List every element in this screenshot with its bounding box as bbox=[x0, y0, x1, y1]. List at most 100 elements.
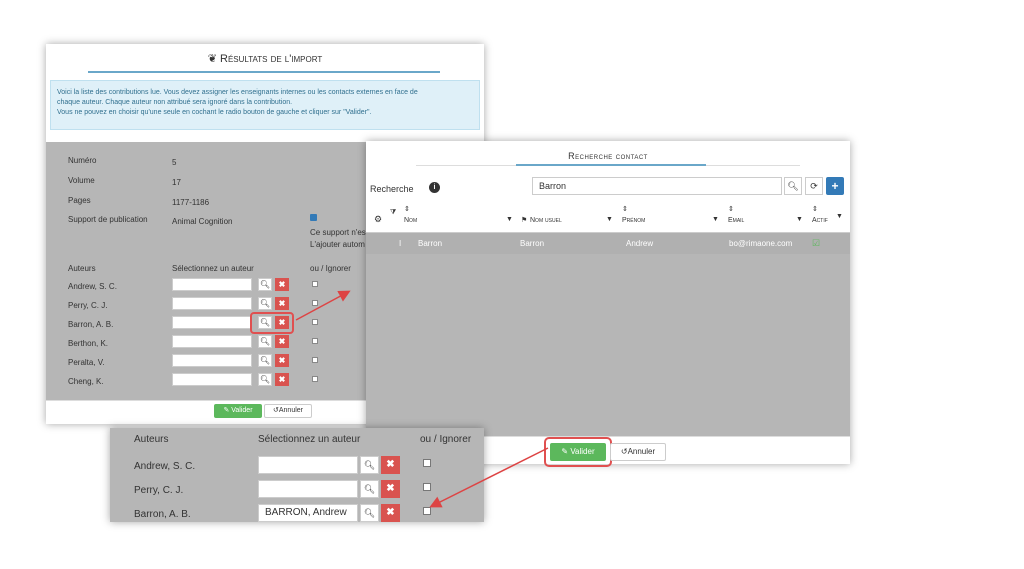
ignore-checkbox[interactable] bbox=[312, 319, 318, 325]
info-alert: Voici la liste des contributions lue. Vo… bbox=[50, 80, 480, 130]
ignore-column-header: ou / Ignorer bbox=[420, 434, 472, 445]
author-select-input[interactable] bbox=[258, 480, 358, 498]
author-name: Andrew, S. C. bbox=[134, 461, 196, 472]
field-value-volume: 17 bbox=[172, 178, 181, 187]
filter-icon[interactable]: ⧩ bbox=[390, 209, 396, 217]
support-note-1: Ce support n'es bbox=[310, 228, 366, 237]
author-name: Peralta, V. bbox=[68, 358, 105, 367]
validate-button[interactable]: ✎ Valider bbox=[550, 443, 606, 461]
field-value-support: Animal Cognition bbox=[172, 217, 233, 226]
info-text-2: chaque auteur. Chaque auteur non attribu… bbox=[57, 99, 293, 106]
search-icon[interactable]: 🔍︎ bbox=[258, 278, 272, 291]
author-select-input[interactable] bbox=[172, 373, 252, 386]
refresh-icon[interactable]: ⟳ bbox=[805, 177, 823, 195]
ignore-checkbox[interactable] bbox=[423, 483, 431, 491]
clear-icon[interactable]: ✖ bbox=[275, 373, 289, 386]
ignore-checkbox[interactable] bbox=[423, 459, 431, 467]
validate-label: Valider bbox=[570, 447, 595, 456]
info-text-1: Voici la liste des contributions lue. Vo… bbox=[57, 89, 418, 96]
cancel-button[interactable]: ↺Annuler bbox=[264, 404, 312, 418]
feather-icon: ❦ bbox=[207, 53, 221, 65]
ignore-checkbox[interactable] bbox=[312, 376, 318, 382]
clear-icon[interactable]: ✖ bbox=[381, 480, 400, 498]
author-name: Berthon, K. bbox=[68, 339, 109, 348]
field-label-pages: Pages bbox=[68, 196, 91, 205]
column-header-email[interactable]: Email bbox=[728, 217, 744, 224]
select-author-column-header: Sélectionnez un auteur bbox=[172, 264, 254, 273]
sort-icon[interactable]: ⇕ bbox=[812, 205, 818, 213]
search-icon[interactable]: 🔍︎ bbox=[258, 297, 272, 310]
gear-icon[interactable]: ⚙ bbox=[374, 214, 382, 225]
author-name: Andrew, S. C. bbox=[68, 282, 117, 291]
author-select-input[interactable] bbox=[172, 335, 252, 348]
column-header-actif[interactable]: Actif bbox=[812, 217, 828, 224]
sort-icon[interactable]: ⇕ bbox=[728, 205, 734, 213]
authors-column-header: Auteurs bbox=[68, 264, 96, 273]
author-name: Perry, C. J. bbox=[68, 301, 108, 310]
title-underline bbox=[88, 71, 440, 73]
contact-search-dialog: Recherche contact Recherche i 🔍︎ ⟳ + ⚙ ⧩… bbox=[366, 141, 850, 467]
cancel-label: Annuler bbox=[627, 447, 656, 456]
clear-icon[interactable]: ✖ bbox=[381, 456, 400, 474]
ignore-checkbox[interactable] bbox=[312, 357, 318, 363]
ignore-checkbox[interactable] bbox=[423, 507, 431, 515]
author-select-input[interactable] bbox=[172, 278, 252, 291]
column-header-prenom[interactable]: Prénom bbox=[622, 217, 645, 224]
clear-icon[interactable]: ✖ bbox=[275, 297, 289, 310]
validate-label: Valider bbox=[231, 407, 253, 414]
search-icon[interactable]: 🔍︎ bbox=[258, 373, 272, 386]
highlight-ring bbox=[250, 312, 294, 334]
info-icon[interactable]: i bbox=[429, 182, 440, 193]
cell-nom-usuel: Barron bbox=[520, 239, 545, 248]
search-icon[interactable]: 🔍︎ bbox=[360, 456, 379, 474]
ignore-checkbox[interactable] bbox=[312, 338, 318, 344]
author-select-input[interactable] bbox=[172, 316, 252, 329]
field-label-numero: Numéro bbox=[68, 156, 97, 165]
authors-column-header: Auteurs bbox=[134, 434, 169, 445]
contact-search-input[interactable] bbox=[532, 177, 782, 195]
column-header-nom[interactable]: Nom bbox=[404, 217, 417, 224]
contact-dialog-title: Recherche contact bbox=[568, 151, 648, 161]
validate-button[interactable]: ✎ Valider bbox=[214, 404, 262, 418]
undo-icon: ↺ bbox=[620, 447, 628, 456]
filter-icon[interactable]: ▼ bbox=[836, 213, 843, 220]
cancel-button[interactable]: ↺Annuler bbox=[610, 443, 666, 461]
search-icon[interactable]: 🔍︎ bbox=[360, 480, 379, 498]
search-label: Recherche bbox=[370, 184, 414, 194]
add-icon[interactable]: + bbox=[826, 177, 844, 195]
table-row[interactable]: I Barron Barron Andrew bo@rimaone.com ☑ bbox=[366, 233, 850, 254]
field-value-pages: 1177-1186 bbox=[172, 198, 210, 207]
pencil-icon: ✎ bbox=[223, 407, 230, 414]
search-icon[interactable]: 🔍︎ bbox=[784, 177, 802, 195]
filter-icon[interactable]: ▼ bbox=[796, 216, 803, 223]
zoomed-authors-panel: Auteurs Sélectionnez un auteur ou / Igno… bbox=[110, 428, 484, 522]
flag-icon: ⚑ bbox=[521, 217, 528, 224]
support-note-2: L'ajouter autom bbox=[310, 240, 365, 249]
select-author-column-header: Sélectionnez un auteur bbox=[258, 434, 361, 445]
column-header-nom-usuel[interactable]: Nom usuel bbox=[530, 217, 562, 224]
author-select-input[interactable] bbox=[258, 456, 358, 474]
sort-icon[interactable]: ⇕ bbox=[404, 205, 410, 213]
search-icon[interactable]: 🔍︎ bbox=[258, 354, 272, 367]
table-body bbox=[366, 254, 850, 436]
clear-icon[interactable]: ✖ bbox=[275, 354, 289, 367]
filter-icon[interactable]: ▼ bbox=[712, 216, 719, 223]
cell-email: bo@rimaone.com bbox=[729, 239, 793, 248]
row-index: I bbox=[399, 239, 402, 248]
ignore-checkbox[interactable] bbox=[312, 281, 318, 287]
clear-icon[interactable]: ✖ bbox=[275, 335, 289, 348]
clear-icon[interactable]: ✖ bbox=[381, 504, 400, 522]
ignore-checkbox[interactable] bbox=[312, 300, 318, 306]
search-icon[interactable]: 🔍︎ bbox=[360, 504, 379, 522]
author-select-input[interactable] bbox=[172, 354, 252, 367]
support-checkbox[interactable] bbox=[310, 214, 317, 221]
author-select-input[interactable] bbox=[172, 297, 252, 310]
filter-icon[interactable]: ▼ bbox=[506, 216, 513, 223]
sort-icon[interactable]: ⇕ bbox=[622, 205, 628, 213]
author-select-input[interactable]: BARRON, Andrew bbox=[258, 504, 358, 522]
filter-icon[interactable]: ▼ bbox=[606, 216, 613, 223]
clear-icon[interactable]: ✖ bbox=[275, 278, 289, 291]
field-value-numero: 5 bbox=[172, 158, 177, 167]
search-icon[interactable]: 🔍︎ bbox=[258, 335, 272, 348]
author-name: Cheng, K. bbox=[68, 377, 104, 386]
